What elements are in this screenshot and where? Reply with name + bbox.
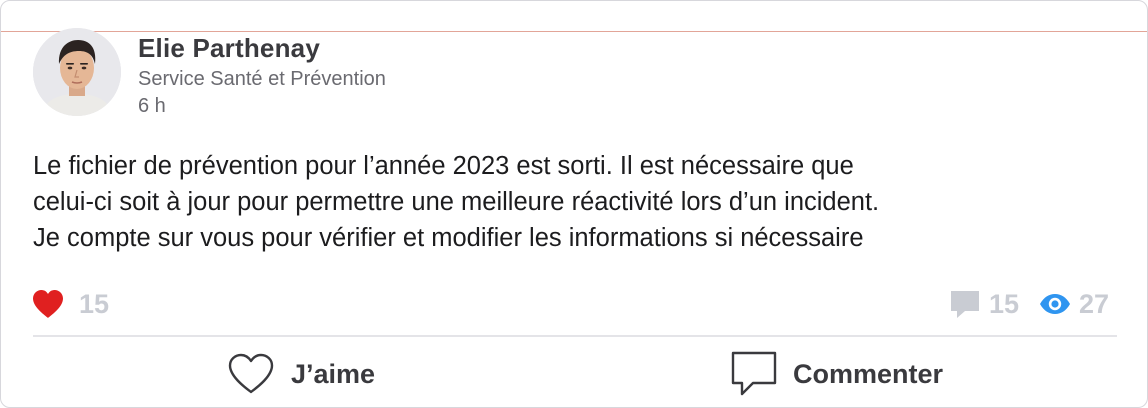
author-name[interactable]: Elie Parthenay xyxy=(138,33,320,64)
eye-icon xyxy=(1039,293,1071,315)
actions-divider xyxy=(33,335,1117,337)
heart-filled-icon xyxy=(31,289,65,319)
comment-button[interactable]: Commenter xyxy=(731,351,943,397)
like-button[interactable]: J’aime xyxy=(227,351,375,397)
comment-outline-icon xyxy=(731,351,777,397)
post-timestamp: 6 h xyxy=(138,95,166,117)
author-department: Service Santé et Prévention xyxy=(138,68,386,90)
comments-count-stat[interactable]: 15 xyxy=(949,287,1019,321)
comment-button-label: Commenter xyxy=(793,358,944,389)
views-count: 27 xyxy=(1079,288,1110,319)
speech-bubble-icon xyxy=(949,288,981,320)
post-card: Elie Parthenay Service Santé et Préventi… xyxy=(0,0,1148,408)
like-button-label: J’aime xyxy=(291,358,376,389)
views-count-stat: 27 xyxy=(1039,287,1109,321)
author-avatar[interactable] xyxy=(33,28,121,116)
heart-outline-icon xyxy=(227,353,275,395)
top-rule xyxy=(1,31,1147,32)
comments-count: 15 xyxy=(989,288,1020,319)
likes-count-stat[interactable]: 15 xyxy=(31,287,109,321)
post-body-text: Le fichier de prévention pour l’année 20… xyxy=(33,152,880,252)
likes-count: 15 xyxy=(79,288,110,319)
